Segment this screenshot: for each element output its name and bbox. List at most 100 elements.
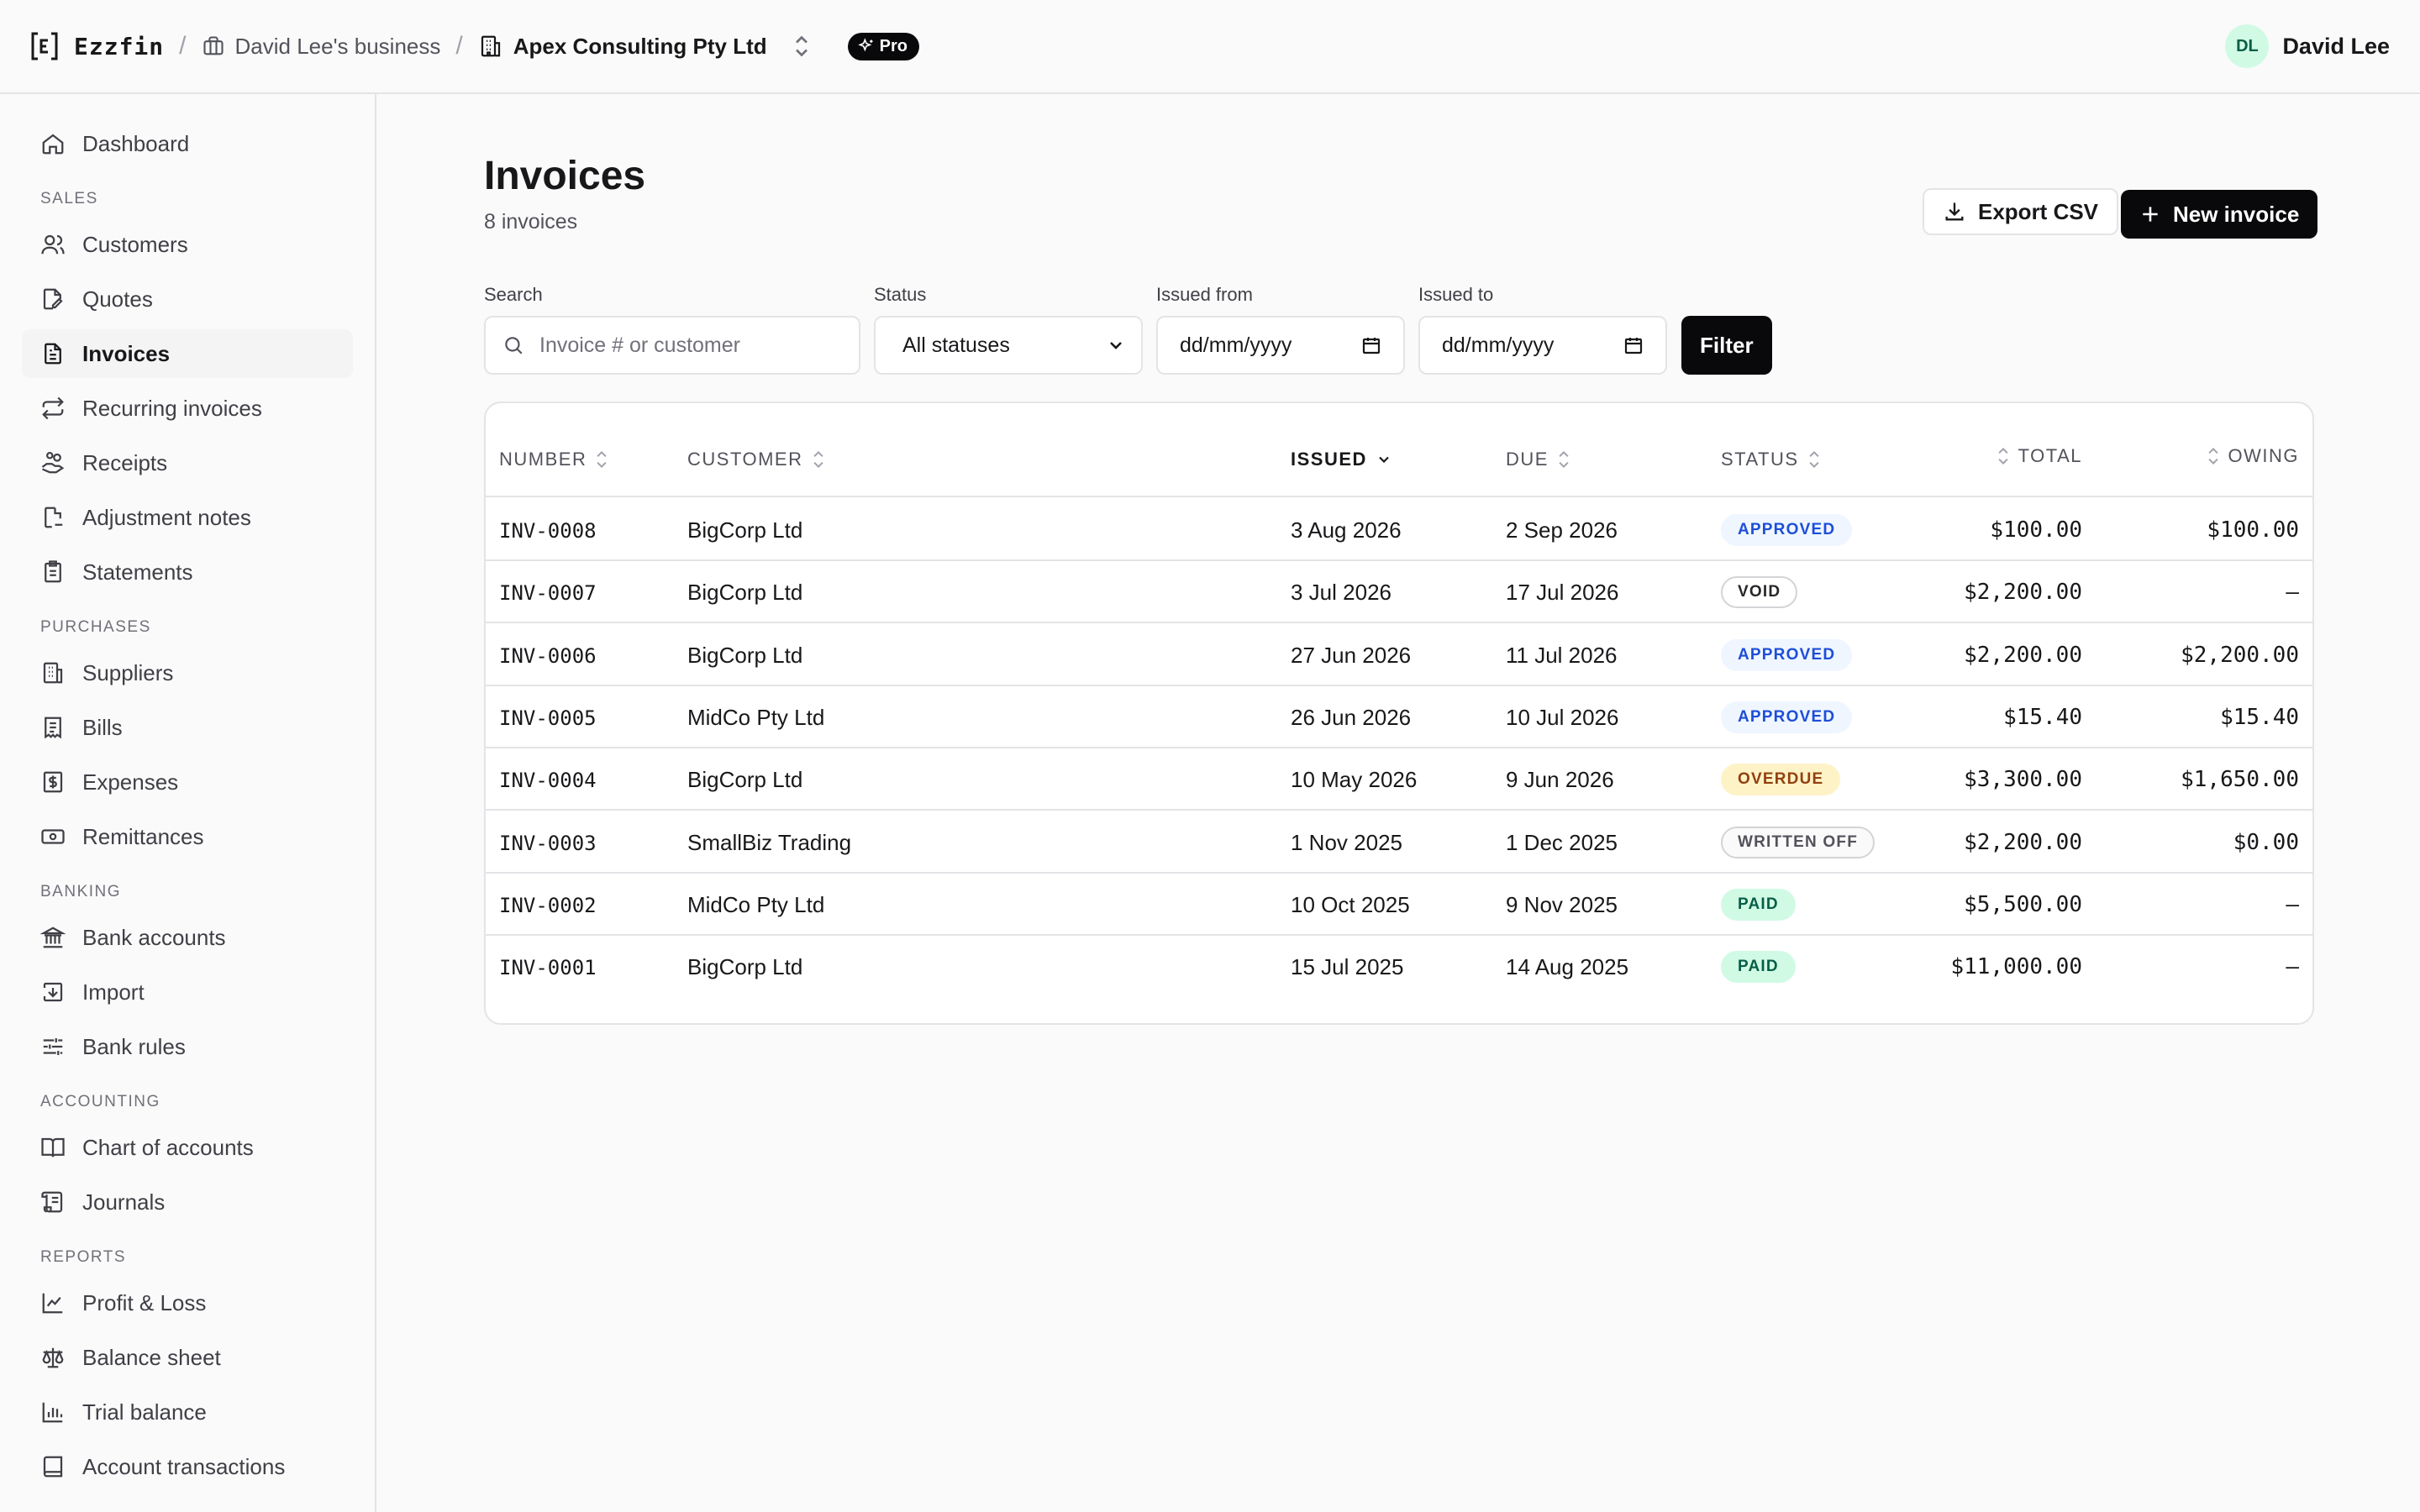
sort-desc-icon (1379, 456, 1389, 464)
sidebar-item-quotes[interactable]: Quotes (22, 275, 353, 323)
due-date-cell: 10 Jul 2026 (1506, 704, 1619, 730)
invoice-number-cell[interactable]: INV-0008 (499, 519, 597, 543)
table-row[interactable]: INV-0004 BigCorp Ltd 10 May 2026 9 Jun 2026… (486, 748, 2312, 811)
total-cell: $2,200.00 (1964, 580, 2082, 606)
table-row[interactable]: INV-0002 MidCo Pty Ltd 10 Oct 2025 9 Nov 20… (486, 874, 2312, 936)
status-badge: APPROVED (1721, 514, 1853, 546)
column-header-due[interactable]: DUE (1506, 449, 1570, 470)
filter-button[interactable]: Filter (1681, 316, 1772, 375)
sidebar-item-label: Quotes (82, 286, 153, 312)
sidebar-item-balance-sheet[interactable]: Balance sheet (22, 1333, 353, 1382)
sidebar-item-expenses[interactable]: Expenses (22, 758, 353, 806)
invoice-number-cell[interactable]: INV-0002 (499, 894, 597, 917)
sidebar-item-label: Receipts (82, 449, 168, 475)
customer-cell[interactable]: SmallBiz Trading (687, 830, 851, 856)
sidebar-item-label: Bank rules (82, 1033, 186, 1059)
invoice-number-cell[interactable]: INV-0005 (499, 706, 597, 730)
status-badge: APPROVED (1721, 701, 1853, 733)
invoice-number-cell[interactable]: INV-0001 (499, 956, 597, 979)
sidebar-item-dashboard[interactable]: Dashboard (22, 119, 353, 168)
sidebar-item-recurring-invoices[interactable]: Recurring invoices (22, 384, 353, 433)
issued-to-value: dd/mm/yyyy (1442, 333, 1555, 357)
sidebar-item-profit-loss[interactable]: Profit & Loss (22, 1278, 353, 1327)
sidebar-item-remittances[interactable]: Remittances (22, 812, 353, 861)
logo-icon (31, 32, 58, 60)
table-row[interactable]: INV-0007 BigCorp Ltd 3 Jul 2026 17 Jul 2026… (486, 561, 2312, 624)
line-chart-icon (42, 1293, 63, 1314)
sparkles-icon (857, 38, 873, 52)
table-row[interactable]: INV-0005 MidCo Pty Ltd 26 Jun 2026 10 Jul 2… (486, 686, 2312, 748)
new-invoice-button[interactable]: New invoice (2121, 190, 2318, 239)
sidebar-item-customers[interactable]: Customers (22, 220, 353, 269)
status-label: Status (874, 284, 927, 305)
table-row[interactable]: INV-0001 BigCorp Ltd 15 Jul 2025 14 Aug 202… (486, 936, 2312, 998)
customer-cell[interactable]: BigCorp Ltd (687, 580, 802, 606)
sidebar-item-statements[interactable]: Statements (22, 548, 353, 596)
status-badge: VOID (1721, 576, 1798, 609)
column-header-total[interactable]: TOTAL (1996, 445, 2082, 467)
hand-coins-icon (41, 452, 65, 474)
calendar-icon (1624, 338, 1643, 354)
status-badge: PAID (1721, 888, 1796, 921)
owing-cell: $100.00 (2207, 517, 2299, 543)
due-date-cell: 9 Jun 2026 (1506, 767, 1614, 793)
sidebar-item-import[interactable]: Import (22, 968, 353, 1016)
column-header-issued[interactable]: ISSUED (1291, 449, 1392, 470)
breadcrumb-business[interactable]: David Lee's business (202, 34, 440, 60)
status-badge: APPROVED (1721, 638, 1853, 671)
invoice-number-cell[interactable]: INV-0006 (499, 644, 597, 668)
table-row[interactable]: INV-0006 BigCorp Ltd 27 Jun 2026 11 Jul 202… (486, 624, 2312, 686)
org-switcher[interactable]: Apex Consulting Pty Ltd (478, 34, 809, 60)
sidebar-item-chart-of-accounts[interactable]: Chart of accounts (22, 1123, 353, 1172)
customer-cell[interactable]: MidCo Pty Ltd (687, 705, 824, 731)
table-row[interactable]: INV-0003 SmallBiz Trading 1 Nov 2025 1 Dec … (486, 811, 2312, 874)
briefcase-icon (203, 36, 224, 55)
export-csv-button[interactable]: Export CSV (1923, 188, 2119, 235)
invoice-number-cell[interactable]: INV-0003 (499, 832, 597, 855)
sidebar-item-journals[interactable]: Journals (22, 1178, 353, 1226)
sidebar-section-banking: BANKING (40, 883, 122, 900)
column-header-status[interactable]: STATUS (1721, 449, 1821, 470)
issued-date-cell: 15 Jul 2025 (1291, 954, 1404, 980)
user-menu[interactable]: DL David Lee (2225, 24, 2390, 68)
column-header-owing[interactable]: OWING (2207, 445, 2300, 467)
home-icon (42, 134, 64, 155)
issued-to-input[interactable]: dd/mm/yyyy (1418, 316, 1667, 375)
app-logo[interactable]: Ezzfin (30, 31, 164, 61)
sidebar-item-trial-balance[interactable]: Trial balance (22, 1388, 353, 1436)
sidebar-item-suppliers[interactable]: Suppliers (22, 648, 353, 697)
invoice-number-cell[interactable]: INV-0004 (499, 769, 597, 792)
export-csv-label: Export CSV (1978, 198, 2099, 224)
bar-chart-icon (42, 1402, 63, 1423)
customer-cell[interactable]: BigCorp Ltd (687, 767, 802, 793)
sidebar-item-label: Customers (82, 231, 188, 257)
invoices-table: NUMBER CUSTOMER ISSUED DUE STATUS TOTAL … (484, 402, 2314, 1025)
column-header-customer[interactable]: CUSTOMER (687, 449, 825, 470)
invoice-number-cell[interactable]: INV-0007 (499, 581, 597, 605)
issued-date-cell: 10 May 2026 (1291, 767, 1418, 793)
customer-cell[interactable]: BigCorp Ltd (687, 643, 802, 669)
status-select-value: All statuses (902, 333, 1010, 357)
sidebar-item-account-transactions[interactable]: Account transactions (22, 1442, 353, 1491)
status-select[interactable]: All statuses (874, 316, 1143, 375)
customer-cell[interactable]: BigCorp Ltd (687, 954, 802, 980)
table-row[interactable]: INV-0008 BigCorp Ltd 3 Aug 2026 2 Sep 2026 $… (486, 499, 2312, 561)
sidebar-item-receipts[interactable]: Receipts (22, 438, 353, 487)
issued-from-input[interactable]: dd/mm/yyyy (1156, 316, 1405, 375)
sidebar-item-bills[interactable]: Bills (22, 703, 353, 752)
avatar: DL (2225, 24, 2270, 68)
customer-cell[interactable]: BigCorp Ltd (687, 517, 802, 543)
sidebar-item-invoices[interactable]: Invoices (22, 329, 353, 378)
sidebar-item-label: Journals (82, 1189, 166, 1215)
building-icon (43, 662, 63, 684)
customer-cell[interactable]: MidCo Pty Ltd (687, 892, 824, 918)
sidebar-item-label: Suppliers (82, 659, 174, 685)
total-cell: $15.40 (2003, 704, 2082, 730)
column-header-number[interactable]: NUMBER (499, 449, 608, 470)
sidebar-item-adjustment-notes[interactable]: Adjustment notes (22, 493, 353, 542)
sidebar-item-bank-rules[interactable]: Bank rules (22, 1022, 353, 1071)
scroll-icon (41, 1191, 63, 1213)
sidebar-item-label: Import (82, 979, 145, 1005)
sidebar-item-bank-accounts[interactable]: Bank accounts (22, 913, 353, 962)
search-input[interactable]: Invoice # or customer (484, 316, 860, 375)
